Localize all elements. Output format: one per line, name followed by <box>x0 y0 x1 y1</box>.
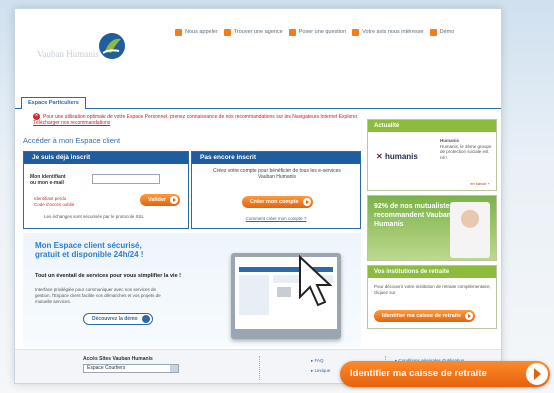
arrow-right-icon <box>526 363 548 385</box>
register-text: Créez votre compte pour bénéficier de to… <box>213 168 341 180</box>
nav-feedback[interactable]: Votre avis nous intéresse <box>352 28 424 36</box>
news-header: Actualité <box>368 120 496 132</box>
retirement-panel: Vos institutions de retraite Pour découv… <box>367 265 497 329</box>
page-title: Accéder à mon Espace client <box>23 136 121 145</box>
login-links: Identifiant perdu Code d'accès oublié <box>34 196 74 208</box>
news-panel: Actualité ✕ humanis Humanis Humanis, le 3… <box>367 119 497 191</box>
nav-agency[interactable]: Trouver une agence <box>223 28 283 36</box>
register-header: Pas encore inscrit <box>192 152 360 164</box>
chat-icon <box>288 28 296 36</box>
tab-espace-particuliers[interactable]: Espace Particuliers <box>21 97 86 109</box>
arrow-right-icon <box>141 315 150 323</box>
play-icon <box>277 287 291 297</box>
arrow-right-icon <box>465 312 474 320</box>
testimonial-banner[interactable]: 92% de nos mutualistes recommandent Vaub… <box>367 195 497 261</box>
promo-subtitle: Tout un éventail de services pour vous s… <box>35 273 181 279</box>
retirement-desc: Pour découvrir votre institution de retr… <box>374 284 491 295</box>
lexicon-link[interactable]: ▸ Lexique <box>311 368 330 374</box>
nav-demo[interactable]: Démo <box>429 28 454 36</box>
faq-link[interactable]: ▸ FAQ <box>311 358 324 364</box>
demo-button[interactable]: Découvrez la démo <box>83 313 153 325</box>
identify-fund-button[interactable]: Identifier ma caisse de retraite <box>374 310 476 322</box>
recommendations-link[interactable]: Télécharger nos recommandations <box>33 120 110 126</box>
logo[interactable]: Vauban Humanis <box>37 31 127 91</box>
retirement-header: Vos institutions de retraite <box>368 266 496 278</box>
humanis-logo[interactable]: ✕ humanis <box>376 152 418 161</box>
login-box: Je suis déjà inscrit Mon identifiant ou … <box>23 151 189 229</box>
nav-question[interactable]: Poser une question <box>288 28 346 36</box>
mouse-cursor-icon <box>299 255 332 307</box>
error-icon: × <box>33 113 40 120</box>
how-to-create-link[interactable]: Comment créer mon compte ? <box>192 216 360 221</box>
identifier-label: Mon identifiant ou mon e-mail <box>30 174 66 186</box>
learn-more-link[interactable]: en savoir + <box>470 181 490 186</box>
chevron-down-icon <box>170 365 178 372</box>
logo-mark-icon <box>99 33 125 59</box>
sites-label: Accès Sites Vauban Humanis <box>83 356 153 362</box>
promo-title: Mon Espace client sécurisé, gratuit et d… <box>35 241 144 259</box>
logo-text: Vauban Humanis <box>37 49 99 59</box>
pencil-icon <box>352 28 360 36</box>
person-photo <box>450 202 490 258</box>
browser-alert: × Pour une utilisation optimale de votre … <box>33 113 359 126</box>
login-header: Je suis déjà inscrit <box>24 152 188 164</box>
register-box: Pas encore inscrit Créez votre compte po… <box>191 151 361 229</box>
screen-icon <box>429 28 437 36</box>
browser-page: Vauban Humanis Nous appeler Trouver une … <box>14 8 502 384</box>
forgot-code-link[interactable]: Code d'accès oublié <box>34 202 74 208</box>
arrow-right-icon <box>302 198 311 206</box>
validate-button[interactable]: Valider <box>140 194 181 206</box>
identifier-input[interactable] <box>92 174 160 184</box>
top-navigation: Nous appeler Trouver une agence Poser un… <box>175 23 454 41</box>
testimonial-text: 92% de nos mutualistes recommandent Vaub… <box>374 203 454 228</box>
tab-bar: Espace Particuliers <box>15 97 501 109</box>
sites-select[interactable]: Espace Courtiers <box>83 364 179 373</box>
ssl-note: Les échanges sont sécurisés par le proto… <box>44 214 145 219</box>
create-account-button[interactable]: Créer mon compte <box>242 196 313 208</box>
site-header: Vauban Humanis Nous appeler Trouver une … <box>15 9 501 101</box>
arrow-right-icon <box>170 196 179 204</box>
promo-text: Interface privilégiée pour communiquer a… <box>35 287 161 304</box>
identify-fund-cta-button[interactable]: Identifier ma caisse de retraite <box>340 361 550 387</box>
phone-icon <box>175 28 182 36</box>
home-icon <box>223 28 231 36</box>
nav-call[interactable]: Nous appeler <box>175 28 218 36</box>
news-desc: Humanis Humanis, le 3ème groupe de protec… <box>440 138 492 160</box>
